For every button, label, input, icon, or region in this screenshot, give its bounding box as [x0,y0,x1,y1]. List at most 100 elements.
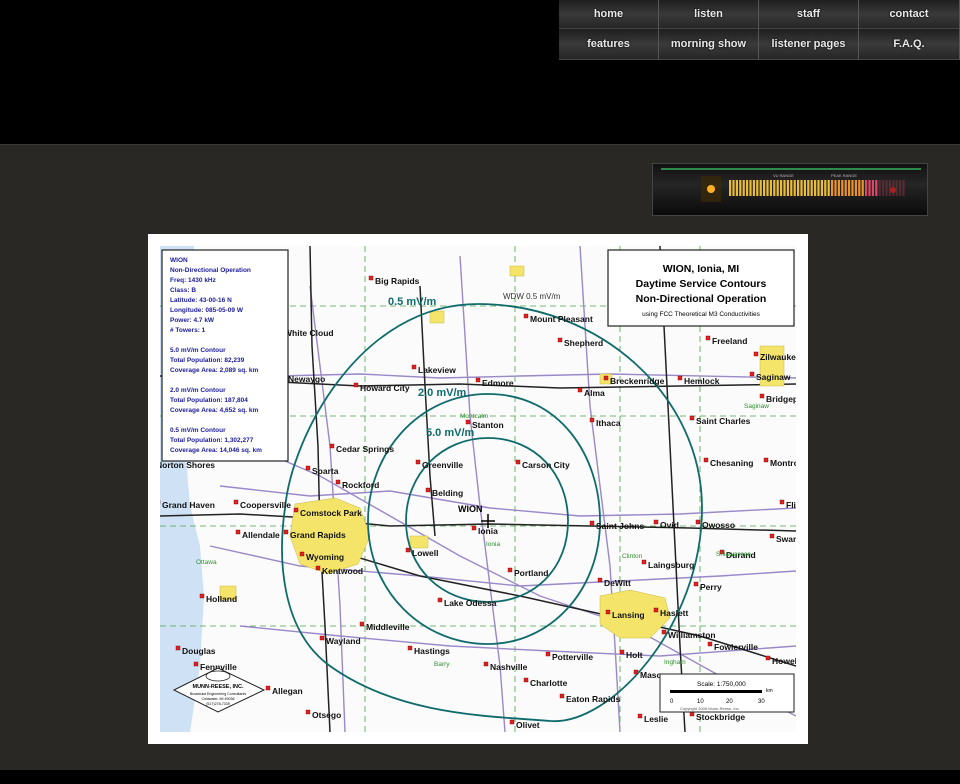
city-label: Fowlerville [714,642,758,652]
coverage-map: 0.5 mV/m 2.0 mV/m 5.0 mV/m WDW 0.5 mV/m … [160,246,796,732]
vu-bar-segment [800,180,803,196]
city-label: Freeland [712,336,747,346]
city-label: Ovid [660,520,679,530]
city-label: Grand Rapids [290,530,346,540]
vu-bar-segment [820,180,823,196]
city-label: Otsego [312,710,341,720]
city-marker-icon [759,393,765,399]
nav-staff[interactable]: staff [759,0,859,29]
county-label: Clinton [622,553,643,560]
city-marker-icon [633,669,639,675]
city-marker-icon [415,459,421,465]
vu-bar-segment [729,180,732,196]
vu-bar-segment [735,180,738,196]
county-label: Ottawa [196,559,217,566]
city-marker-icon [465,419,471,425]
vu-bar-segment [769,180,772,196]
nav-listen[interactable]: listen [659,0,759,29]
city-label: Grand Haven [162,500,215,510]
city-marker-icon [483,661,489,667]
info-freq: Freq: 1430 kHz [170,277,217,284]
city-label: Ionia [478,526,498,536]
city-marker-icon [523,313,529,319]
nav-home[interactable]: home [559,0,659,29]
city-marker-icon [315,565,321,571]
vu-bar-segment [732,180,735,196]
nav-listener-pages[interactable]: listener pages [759,29,859,60]
city-label: Portland [514,568,548,578]
city-marker-icon [305,465,311,471]
city-label: Sparta [312,466,339,476]
city-marker-icon [319,635,325,641]
city-marker-icon [305,709,311,715]
footer-strip [0,770,960,784]
vu-bar-segment [837,180,840,196]
vu-bar-segment [827,180,830,196]
map-title-1: WION, Ionia, MI [663,263,739,275]
city-label: White Cloud [284,328,334,338]
city-marker-icon [653,519,659,525]
city-label: Edmore [482,378,514,388]
scale-tick-20: 20 [726,699,733,705]
vu-range-label: VU RANGE [773,173,794,178]
city-label: Coopersville [240,500,291,510]
engineer-city: Coldwater, MI 49036 [202,697,235,701]
city-label: Allegan [272,686,303,696]
city-marker-icon [335,479,341,485]
city-label: Big Rapids [375,276,420,286]
vu-bar-segment [902,180,905,196]
vu-bar-segment [824,180,827,196]
city-marker-icon [589,520,595,526]
vu-bar-segment [766,180,769,196]
city-marker-icon [193,661,199,667]
nav-morning-show[interactable]: morning show [659,29,759,60]
city-marker-icon [605,609,611,615]
info-c05-area: Coverage Area: 14,046 sq. km [170,447,262,454]
city-marker-icon [779,499,785,505]
nav-contact[interactable]: contact [859,0,960,29]
city-label: Chesaning [710,458,753,468]
vu-bar-segment [861,180,864,196]
county-label: Ionia [486,541,500,548]
vu-bar-segment [780,180,783,196]
city-marker-icon [577,387,583,393]
city-label: Lowell [412,548,438,558]
county-label: Barry [434,661,450,668]
info-c05-title: 0.5 mV/m Contour [170,427,226,434]
city-label: Greenville [422,460,463,470]
map-copyright: Copyright 2006 Munn-Reese, Inc. [680,706,740,711]
city-label: Saint Charles [696,416,751,426]
munn-reese-emblem-icon [205,670,231,682]
vu-bar-segment [882,180,885,196]
city-label: Eaton Rapids [566,694,621,704]
city-marker-icon [705,335,711,341]
city-label: Saginaw [756,372,791,382]
city-label: Howard City [360,383,410,393]
city-label: Rockford [342,480,379,490]
vu-bar-segment [851,180,854,196]
city-marker-icon [545,651,551,657]
city-marker-icon [693,581,699,587]
info-c2-title: 2.0 mV/m Contour [170,387,226,394]
city-marker-icon [589,417,595,423]
nav-features[interactable]: features [559,29,659,60]
city-marker-icon [689,415,695,421]
city-marker-icon [233,499,239,505]
city-label: Newaygo [288,374,325,384]
map-title-2: Daytime Service Contours [636,278,767,290]
city-marker-icon [507,567,513,573]
city-marker-icon [689,711,695,717]
engineer-name: MUNN-REESE, INC. [192,684,244,690]
city-marker-icon [523,677,529,683]
vu-bar-segment [854,180,857,196]
vu-bar-segment [759,180,762,196]
city-marker-icon [749,371,755,377]
city-marker-icon [677,375,683,381]
vu-bar-segment [793,180,796,196]
nav-faq[interactable]: F.A.Q. [859,29,960,60]
city-marker-icon [695,519,701,525]
vu-bar-segment [773,180,776,196]
station-info-box: WION Non-Directional Operation Freq: 143… [161,249,289,462]
city-marker-icon [437,597,443,603]
city-label: Charlotte [530,678,568,688]
